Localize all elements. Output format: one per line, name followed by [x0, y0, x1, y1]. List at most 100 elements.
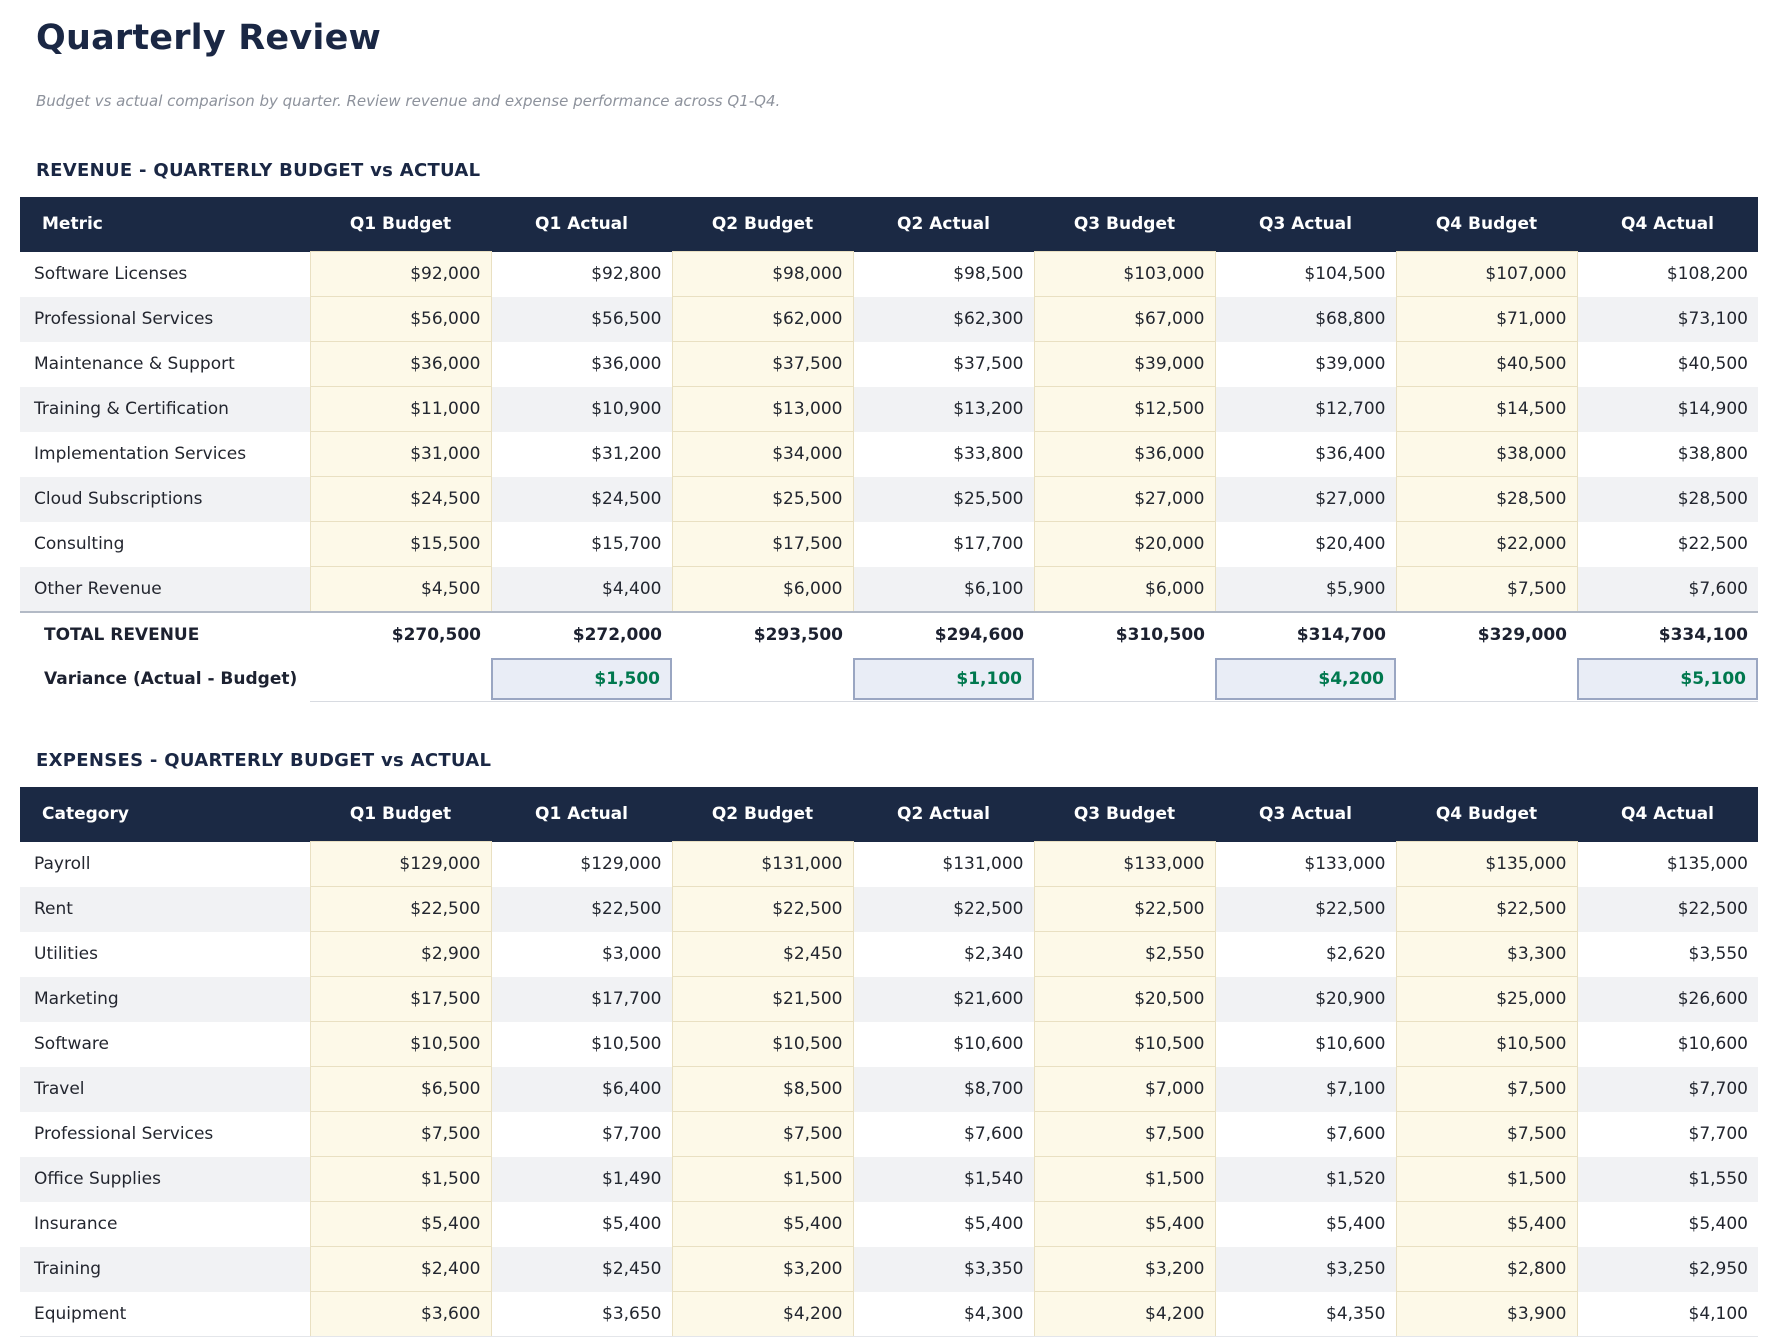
actual-value-cell: $6,400 [491, 1067, 672, 1112]
budget-value-cell: $3,300 [1396, 932, 1577, 977]
actual-value-cell: $3,250 [1215, 1247, 1396, 1292]
actual-value-cell: $4,300 [853, 1292, 1034, 1337]
table-row: Professional Services$56,000$56,500$62,0… [20, 297, 1758, 342]
actual-value-cell: $2,340 [853, 932, 1034, 977]
actual-value-cell: $10,600 [1577, 1022, 1758, 1067]
column-header-q4-actual: Q4 Actual [1577, 197, 1758, 252]
row-label: Training [20, 1247, 310, 1292]
budget-value-cell: $5,400 [310, 1202, 491, 1247]
budget-value-cell: $20,000 [1034, 522, 1215, 567]
budget-value-cell: $5,400 [1396, 1202, 1577, 1247]
actual-value-cell: $36,000 [491, 342, 672, 387]
table-row: Training$2,400$2,450$3,200$3,350$3,200$3… [20, 1247, 1758, 1292]
actual-value-cell: $38,800 [1577, 432, 1758, 477]
row-label: Marketing [20, 977, 310, 1022]
budget-value-cell: $40,500 [1396, 342, 1577, 387]
table-row: Office Supplies$1,500$1,490$1,500$1,540$… [20, 1157, 1758, 1202]
column-header-q4-budget: Q4 Budget [1396, 787, 1577, 842]
row-label: Professional Services [20, 297, 310, 342]
actual-value-cell: $1,520 [1215, 1157, 1396, 1202]
budget-value-cell: $92,000 [310, 252, 491, 297]
actual-value-cell: $12,700 [1215, 387, 1396, 432]
table-row: Insurance$5,400$5,400$5,400$5,400$5,400$… [20, 1202, 1758, 1247]
actual-value-cell: $8,700 [853, 1067, 1034, 1112]
budget-value-cell: $7,500 [1396, 1067, 1577, 1112]
budget-value-cell: $17,500 [672, 522, 853, 567]
column-header-q1-actual: Q1 Actual [491, 197, 672, 252]
actual-value-cell: $68,800 [1215, 297, 1396, 342]
actual-value-cell: $22,500 [853, 887, 1034, 932]
total-value-cell: $329,000 [1396, 612, 1577, 657]
actual-value-cell: $7,600 [1577, 567, 1758, 613]
budget-value-cell: $3,200 [672, 1247, 853, 1292]
budget-value-cell: $2,800 [1396, 1247, 1577, 1292]
budget-value-cell: $3,600 [310, 1292, 491, 1337]
actual-value-cell: $10,900 [491, 387, 672, 432]
actual-value-cell: $56,500 [491, 297, 672, 342]
budget-value-cell: $21,500 [672, 977, 853, 1022]
table-row: Rent$22,500$22,500$22,500$22,500$22,500$… [20, 887, 1758, 932]
expenses-table: CategoryQ1 BudgetQ1 ActualQ2 BudgetQ2 Ac… [20, 787, 1758, 1337]
actual-value-cell: $15,700 [491, 522, 672, 567]
column-header-q4-actual: Q4 Actual [1577, 787, 1758, 842]
actual-value-cell: $10,600 [1215, 1022, 1396, 1067]
total-value-cell: $272,000 [491, 612, 672, 657]
header-row: CategoryQ1 BudgetQ1 ActualQ2 BudgetQ2 Ac… [20, 787, 1758, 842]
budget-value-cell: $10,500 [672, 1022, 853, 1067]
empty-cell [1396, 657, 1577, 702]
actual-value-cell: $104,500 [1215, 252, 1396, 297]
budget-value-cell: $36,000 [1034, 432, 1215, 477]
budget-value-cell: $20,500 [1034, 977, 1215, 1022]
budget-value-cell: $13,000 [672, 387, 853, 432]
table-row: Utilities$2,900$3,000$2,450$2,340$2,550$… [20, 932, 1758, 977]
budget-value-cell: $2,400 [310, 1247, 491, 1292]
budget-value-cell: $39,000 [1034, 342, 1215, 387]
column-header-metric: Metric [20, 197, 310, 252]
actual-value-cell: $2,950 [1577, 1247, 1758, 1292]
actual-value-cell: $22,500 [1577, 522, 1758, 567]
row-label: Cloud Subscriptions [20, 477, 310, 522]
row-label: Payroll [20, 842, 310, 887]
budget-value-cell: $7,500 [1396, 567, 1577, 613]
actual-value-cell: $33,800 [853, 432, 1034, 477]
empty-cell [310, 657, 491, 702]
column-header-q2-actual: Q2 Actual [853, 197, 1034, 252]
actual-value-cell: $27,000 [1215, 477, 1396, 522]
actual-value-cell: $92,800 [491, 252, 672, 297]
actual-value-cell: $135,000 [1577, 842, 1758, 887]
table-row: Training & Certification$11,000$10,900$1… [20, 387, 1758, 432]
budget-value-cell: $10,500 [310, 1022, 491, 1067]
variance-value-box: $1,100 [853, 658, 1034, 700]
row-label: Maintenance & Support [20, 342, 310, 387]
budget-value-cell: $1,500 [310, 1157, 491, 1202]
column-header-category: Category [20, 787, 310, 842]
table-row: Professional Services$7,500$7,700$7,500$… [20, 1112, 1758, 1157]
variance-row: Variance (Actual - Budget)$1,500$1,100$4… [20, 657, 1758, 702]
budget-value-cell: $17,500 [310, 977, 491, 1022]
column-header-q3-actual: Q3 Actual [1215, 197, 1396, 252]
budget-value-cell: $7,500 [1396, 1112, 1577, 1157]
actual-value-cell: $129,000 [491, 842, 672, 887]
actual-value-cell: $21,600 [853, 977, 1034, 1022]
budget-value-cell: $27,000 [1034, 477, 1215, 522]
actual-value-cell: $4,100 [1577, 1292, 1758, 1337]
budget-value-cell: $22,500 [672, 887, 853, 932]
budget-value-cell: $67,000 [1034, 297, 1215, 342]
budget-value-cell: $2,550 [1034, 932, 1215, 977]
budget-value-cell: $131,000 [672, 842, 853, 887]
budget-value-cell: $22,500 [310, 887, 491, 932]
actual-value-cell: $5,400 [853, 1202, 1034, 1247]
table-row: Maintenance & Support$36,000$36,000$37,5… [20, 342, 1758, 387]
header-row: MetricQ1 BudgetQ1 ActualQ2 BudgetQ2 Actu… [20, 197, 1758, 252]
actual-value-cell: $7,700 [1577, 1067, 1758, 1112]
budget-value-cell: $6,500 [310, 1067, 491, 1112]
budget-value-cell: $15,500 [310, 522, 491, 567]
variance-value-box: $5,100 [1577, 658, 1758, 700]
budget-value-cell: $71,000 [1396, 297, 1577, 342]
row-label: Professional Services [20, 1112, 310, 1157]
table-row: Implementation Services$31,000$31,200$34… [20, 432, 1758, 477]
table-row: Software$10,500$10,500$10,500$10,600$10,… [20, 1022, 1758, 1067]
actual-value-cell: $3,550 [1577, 932, 1758, 977]
table-row: Cloud Subscriptions$24,500$24,500$25,500… [20, 477, 1758, 522]
actual-value-cell: $7,700 [1577, 1112, 1758, 1157]
